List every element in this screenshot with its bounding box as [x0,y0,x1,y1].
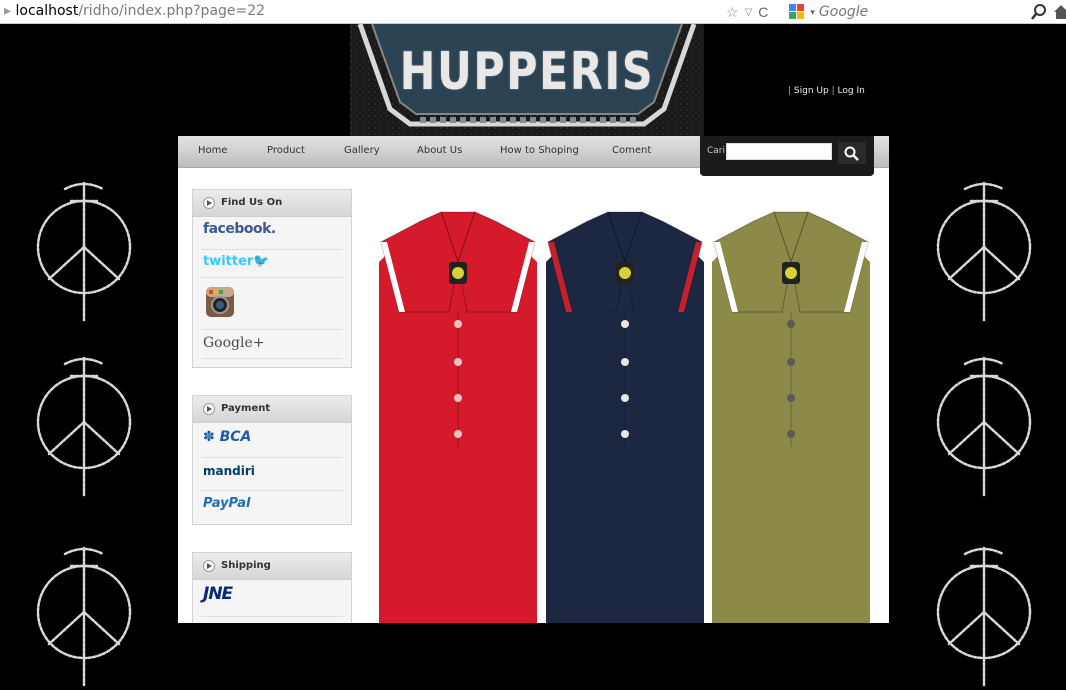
log-in-link[interactable]: Log In [838,86,865,96]
polo-shirt-image [546,211,704,623]
mandiri-logo-row: mandiri [201,458,343,491]
auth-separator: | [831,86,835,96]
google-plus-logo: Google+ [203,335,265,351]
twitter-label: twitter [203,254,254,269]
peace-sign-icon [36,181,132,322]
shipping-widget: Shipping JNE [192,552,352,623]
polo-shirt-image [712,211,870,623]
search-input[interactable] [726,143,832,160]
jne-logo-row: JNE [201,580,343,617]
brand-title: HUPPERIS [399,42,655,102]
payment-header: Payment [193,396,351,423]
nav-product[interactable]: Product [267,145,305,156]
bca-emblem-icon: ✽ [203,429,215,445]
shipping-header: Shipping [193,553,351,580]
peace-sign-icon [36,356,132,497]
peace-sign-icon [936,356,1032,497]
browser-search-icon[interactable] [1030,3,1048,21]
polo-shirt-image [379,211,537,623]
site-info-icon: ▸ [4,3,12,19]
nav-how-to-shoping[interactable]: How to Shoping [500,145,579,156]
expand-arrow-icon [203,403,215,415]
url-path: /ridho/index.php?page=22 [78,3,266,19]
google-plus-link[interactable]: Google+ [201,330,343,359]
find-us-title: Find Us On [221,197,283,208]
auth-separator: | [788,86,792,96]
bookmark-star-icon[interactable]: ☆ [726,4,739,21]
search-button[interactable] [838,142,866,164]
browser-url-bar[interactable]: ▸ localhost/ridho/index.php?page=22 ☆ ▽ … [0,0,1066,24]
address-field[interactable]: ▸ localhost/ridho/index.php?page=22 [4,3,265,19]
brand-banner: HUPPERIS [350,24,704,136]
search-icon [844,146,859,161]
instagram-link[interactable] [201,278,343,330]
nav-about-us[interactable]: About Us [417,145,462,156]
jne-logo: JNE [203,584,233,604]
product-card[interactable] [712,202,870,623]
product-card[interactable] [379,202,537,623]
peace-sign-icon [36,546,132,687]
peace-sign-icon [936,181,1032,322]
paypal-logo: PayPal [203,496,251,511]
reload-icon[interactable]: C [758,4,768,20]
main-nav: Home Product Gallery About Us How to Sho… [178,136,889,176]
payment-title: Payment [221,403,271,414]
twitter-link[interactable]: twitter🐦 [201,250,343,278]
sign-up-link[interactable]: Sign Up [794,86,829,96]
dropdown-arrow-icon[interactable]: ▽ [745,7,753,18]
payment-widget: Payment ✽ BCA mandiri PayPal [192,395,352,525]
find-us-header: Find Us On [193,190,351,217]
google-engine-icon [789,4,805,19]
engine-dropdown-icon: ▾ [810,6,815,17]
expand-arrow-icon [203,197,215,209]
mandiri-logo: mandiri [203,464,255,478]
search-label: Cari [707,146,725,156]
bca-logo-row: ✽ BCA [201,423,343,458]
search-engine-box[interactable]: ▾ Google [788,3,868,21]
url-host: localhost [15,3,79,19]
facebook-link[interactable]: facebook. [201,217,343,250]
twitter-bird-icon: 🐦 [253,254,270,269]
search-engine-name: Google [818,4,869,20]
instagram-icon [206,287,234,317]
nav-gallery[interactable]: Gallery [344,145,380,156]
bca-logo: ✽ BCA [201,423,343,449]
main-content: Home Product Gallery About Us How to Sho… [178,136,889,623]
nav-coment[interactable]: Coment [612,145,651,156]
home-icon[interactable] [1052,3,1066,21]
shipping-title: Shipping [221,560,271,571]
nav-home[interactable]: Home [198,145,228,156]
facebook-logo: facebook. [203,221,276,237]
expand-arrow-icon [203,560,215,572]
auth-links: | Sign Up | Log In [788,86,865,96]
product-card[interactable] [546,202,704,623]
find-us-widget: Find Us On facebook. twitter🐦 Google+ [192,189,352,368]
search-panel: Cari [700,136,874,176]
paypal-logo-row: PayPal [201,491,343,521]
twitter-logo: twitter🐦 [201,250,343,271]
bca-label: BCA [219,429,252,445]
peace-sign-icon [936,546,1032,687]
